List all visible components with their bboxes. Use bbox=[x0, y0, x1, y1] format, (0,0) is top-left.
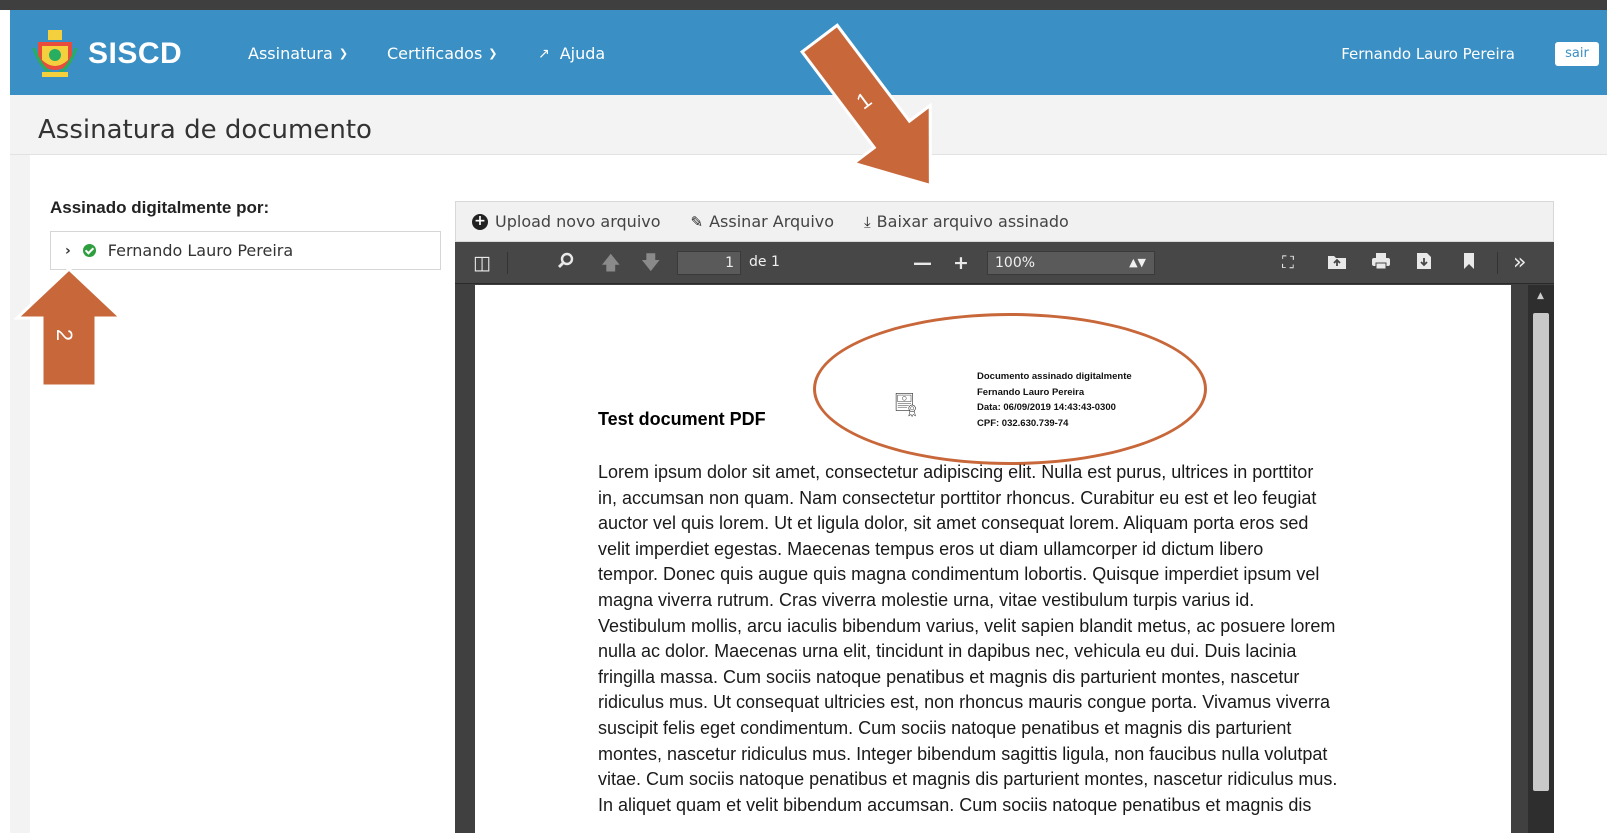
previous-page-icon[interactable]: 🡅 bbox=[601, 252, 621, 274]
page-number-input[interactable]: 1 bbox=[677, 251, 741, 275]
text-line: Lorem ipsum dolor sit amet, consectetur … bbox=[598, 462, 1314, 482]
zoom-in-icon[interactable]: + bbox=[953, 252, 969, 274]
text-line: in, accumsan non quam. Nam consectetur p… bbox=[598, 487, 1317, 508]
zoom-select[interactable]: 100% ▲▼ bbox=[987, 251, 1155, 275]
upload-new-file-label: Upload novo arquivo bbox=[495, 212, 661, 231]
signer-item[interactable]: › Fernando Lauro Pereira bbox=[50, 231, 441, 270]
text-line: montes, nascetur ridiculus mus. Integer … bbox=[598, 743, 1328, 764]
text-line: fringilla massa. Cum sociis natoque pena… bbox=[598, 666, 1300, 687]
logout-button[interactable]: sair bbox=[1555, 42, 1599, 66]
download-icon[interactable] bbox=[1416, 252, 1432, 275]
select-arrows-icon: ▲▼ bbox=[1129, 256, 1146, 269]
screen-top-edge bbox=[0, 0, 1607, 10]
tools-icon[interactable]: » bbox=[1513, 252, 1526, 274]
download-signed-file-label: Baixar arquivo assinado bbox=[876, 212, 1069, 231]
page-count: de 1 bbox=[749, 254, 780, 270]
chevron-down-icon: ❯ bbox=[338, 47, 349, 60]
brand-name: SISCD bbox=[88, 37, 183, 70]
text-line: ridiculus mus. Ut consequat ultricies es… bbox=[598, 692, 1330, 713]
crest-logo-icon bbox=[32, 30, 78, 78]
toolbar-separator bbox=[1497, 252, 1498, 274]
upload-new-file-button[interactable]: + Upload novo arquivo bbox=[472, 212, 661, 231]
text-line: auctor vel quis lorem. Ut et ligula dolo… bbox=[598, 513, 1309, 534]
next-page-icon[interactable]: 🡇 bbox=[641, 252, 661, 274]
navbar: SISCD Assinatura ❯ Certificados ❯ ↗ Ajud… bbox=[10, 10, 1607, 95]
scrollbar-thumb[interactable] bbox=[1533, 313, 1549, 791]
print-icon[interactable] bbox=[1371, 252, 1391, 275]
pdf-viewer: ◫ 🡅 🡇 1 de 1 — + 100% ▲▼ ⛶ » Documento a… bbox=[455, 242, 1554, 833]
edit-icon: ✎ bbox=[690, 212, 704, 231]
file-actions-toolbar: + Upload novo arquivo ✎ Assinar Arquivo … bbox=[455, 201, 1554, 242]
bookmark-icon[interactable] bbox=[1463, 252, 1475, 275]
text-line: nulla ac dolor. Maecenas urna elit, tinc… bbox=[598, 641, 1297, 662]
toolbar-separator bbox=[507, 252, 508, 274]
external-link-icon: ↗ bbox=[538, 45, 550, 62]
sign-file-label: Assinar Arquivo bbox=[709, 212, 835, 231]
signature-stamp-text: Documento assinado digitalmente Fernando… bbox=[977, 369, 1132, 431]
sign-file-button[interactable]: ✎ Assinar Arquivo bbox=[691, 212, 835, 231]
vertical-scrollbar[interactable]: ▲ bbox=[1528, 285, 1554, 833]
pdf-page: Documento assinado digitalmente Fernando… bbox=[475, 285, 1511, 833]
document-body: Lorem ipsum dolor sit amet, consectetur … bbox=[598, 460, 1398, 818]
download-signed-file-button[interactable]: ⤓ Baixar arquivo assinado bbox=[864, 212, 1069, 231]
brand[interactable]: SISCD bbox=[32, 28, 182, 80]
nav-ajuda[interactable]: ↗ Ajuda bbox=[538, 44, 605, 63]
stamp-line: Fernando Lauro Pereira bbox=[977, 386, 1085, 398]
zoom-out-icon[interactable]: — bbox=[913, 252, 932, 274]
signer-name: Fernando Lauro Pereira bbox=[107, 241, 294, 260]
text-line: Vestibulum mollis, arcu iaculis bibendum… bbox=[598, 615, 1336, 636]
text-line: velit imperdiet egestas. Maecenas tempus… bbox=[598, 538, 1264, 559]
nav-assinatura-label: Assinatura bbox=[248, 44, 333, 63]
pdf-page-area[interactable]: Documento assinado digitalmente Fernando… bbox=[455, 285, 1554, 833]
plus-circle-icon: + bbox=[472, 213, 488, 230]
open-file-icon[interactable] bbox=[1327, 252, 1347, 275]
nav-certificados[interactable]: Certificados ❯ bbox=[387, 44, 498, 63]
pdf-viewer-toolbar: ◫ 🡅 🡇 1 de 1 — + 100% ▲▼ ⛶ » bbox=[455, 242, 1554, 284]
nav-assinatura[interactable]: Assinatura ❯ bbox=[248, 44, 348, 63]
signed-by-label: Assinado digitalmente por: bbox=[50, 198, 270, 217]
text-line: In aliquet quam et velit bibendum accums… bbox=[598, 794, 1312, 815]
zoom-value: 100% bbox=[995, 255, 1036, 271]
stamp-line: CPF: 032.630.739-74 bbox=[977, 417, 1069, 429]
chevron-right-icon[interactable]: › bbox=[65, 243, 71, 259]
page-header: Assinatura de documento bbox=[10, 95, 1607, 155]
check-circle-icon bbox=[82, 244, 96, 257]
text-line: tempor. Donec quis augue quis magna cond… bbox=[598, 564, 1320, 585]
chevron-down-icon: ❯ bbox=[488, 47, 498, 60]
presentation-mode-icon[interactable]: ⛶ bbox=[1282, 252, 1294, 274]
page-title: Assinatura de documento bbox=[38, 115, 372, 145]
sidebar-toggle-icon[interactable]: ◫ bbox=[473, 252, 491, 274]
stamp-line: Data: 06/09/2019 14:43:43-0300 bbox=[977, 402, 1116, 413]
text-line: vitae. Cum sociis natoque penatibus et m… bbox=[598, 769, 1338, 790]
signature-stamp-icon bbox=[895, 393, 916, 418]
document-title: Test document PDF bbox=[598, 409, 766, 429]
search-icon[interactable] bbox=[557, 252, 575, 275]
nav-ajuda-label: Ajuda bbox=[559, 44, 606, 63]
text-line: suscipit felis eget condimentum. Cum soc… bbox=[598, 717, 1292, 738]
download-icon: ⤓ bbox=[864, 212, 871, 231]
stamp-line: Documento assinado digitalmente bbox=[977, 371, 1132, 382]
text-line: magna viverra rutrum. Cras viverra moles… bbox=[598, 589, 1255, 610]
scroll-up-icon[interactable]: ▲ bbox=[1537, 291, 1544, 301]
nav-certificados-label: Certificados bbox=[387, 44, 483, 63]
user-name[interactable]: Fernando Lauro Pereira bbox=[1341, 45, 1515, 63]
